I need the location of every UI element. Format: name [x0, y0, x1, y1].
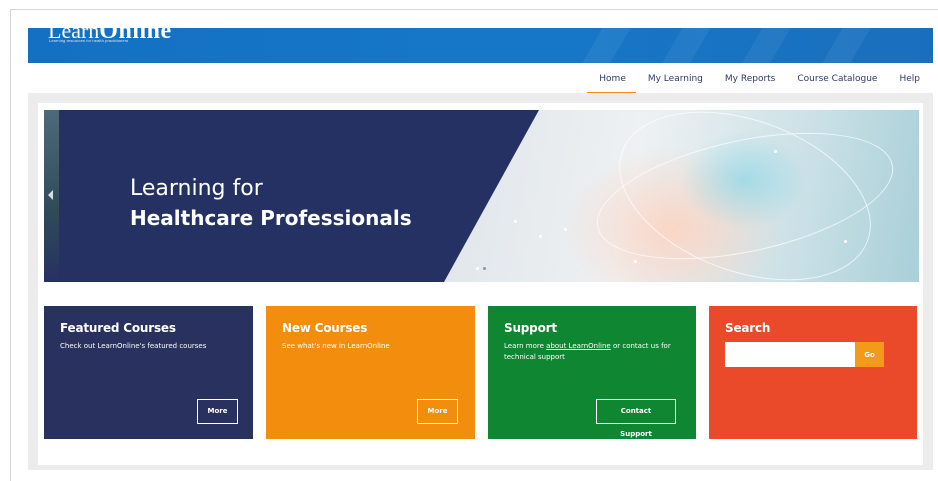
new-courses-more-button[interactable]: More — [417, 399, 458, 424]
featured-courses-title: Featured Courses — [60, 321, 176, 335]
nav-item-home[interactable]: Home — [587, 66, 636, 94]
carousel-dot[interactable] — [483, 267, 486, 270]
nav-item-my-reports[interactable]: My Reports — [713, 66, 785, 92]
new-courses-tile: New Courses See what's new in LearnOnlin… — [266, 306, 475, 439]
support-tile: Support Learn more about LearnOnline or … — [488, 306, 696, 439]
search-tile: Search Go — [709, 306, 917, 439]
support-title: Support — [504, 321, 557, 335]
hero-image-sparkle — [539, 235, 542, 238]
contact-support-button[interactable]: Contact Support — [596, 399, 676, 438]
nav-item-help[interactable]: Help — [887, 66, 930, 92]
window-frame-top — [10, 9, 938, 10]
hero-title-line2: Healthcare Professionals — [130, 206, 412, 230]
search-form: Go — [725, 342, 884, 367]
support-description-prefix: Learn more — [504, 342, 547, 350]
window-frame-left — [10, 9, 11, 481]
support-description: Learn more about LearnOnline or contact … — [504, 341, 680, 363]
search-title: Search — [725, 321, 771, 335]
header-decoration — [647, 28, 717, 63]
hero-image-sparkle — [844, 240, 847, 243]
new-courses-title: New Courses — [282, 321, 368, 335]
new-courses-description: See what's new in LearnOnline — [282, 342, 390, 350]
hero-title-line1: Learning for — [130, 176, 263, 201]
hero-image — [444, 110, 919, 282]
about-learnonline-link[interactable]: about LearnOnline — [546, 342, 611, 350]
logo-tagline: Learning resources for health practition… — [49, 38, 129, 43]
nav-item-course-catalogue[interactable]: Course Catalogue — [785, 66, 887, 92]
featured-courses-description: Check out LearnOnline's featured courses — [60, 342, 207, 350]
hero-image-sparkle — [774, 150, 777, 153]
hero-carousel-dots — [476, 267, 486, 270]
nav-item-my-learning[interactable]: My Learning — [636, 66, 713, 92]
carousel-dot[interactable] — [476, 267, 479, 270]
hero-image-sparkle — [564, 228, 567, 231]
brand-header: LearnOnline Learning resources for healt… — [28, 28, 933, 63]
main-nav: Home My Learning My Reports Course Catal… — [587, 66, 930, 94]
hero-image-sparkle — [634, 260, 637, 263]
header-decoration — [727, 28, 797, 63]
chevron-left-icon[interactable] — [48, 190, 53, 200]
header-decoration — [807, 28, 877, 63]
hero-image-sparkle — [514, 220, 517, 223]
search-go-button[interactable]: Go — [855, 342, 884, 367]
hero-banner: Learning for Healthcare Professionals — [44, 110, 919, 282]
search-input[interactable] — [725, 342, 855, 367]
header-decoration — [567, 28, 637, 63]
featured-courses-tile: Featured Courses Check out LearnOnline's… — [44, 306, 253, 439]
featured-more-button[interactable]: More — [197, 399, 238, 424]
